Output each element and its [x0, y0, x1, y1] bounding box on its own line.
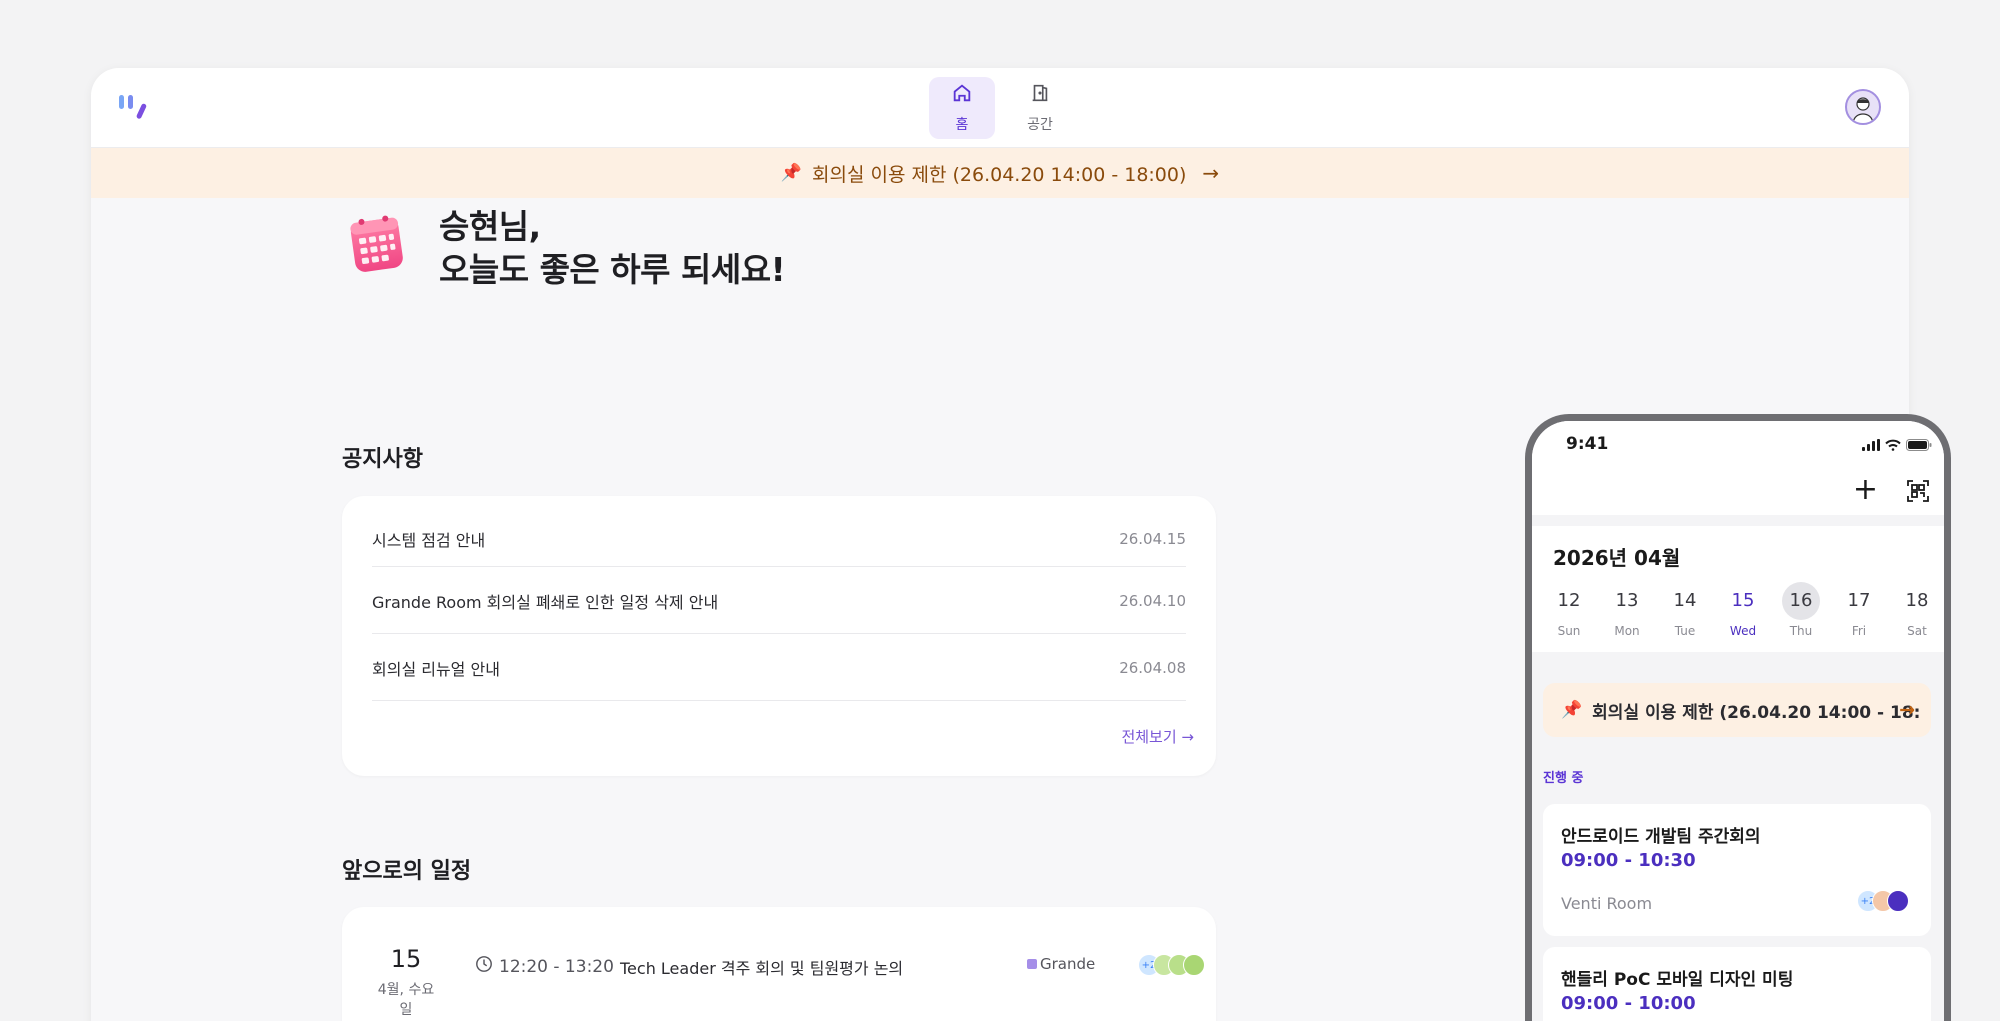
day-number: 15: [1731, 590, 1755, 611]
meeting-time: 09:00 - 10:30: [1561, 850, 1696, 871]
day-cell-today[interactable]: 16 Thu: [1772, 582, 1830, 638]
calendar-icon: [349, 212, 405, 274]
phone-banner-text: 회의실 이용 제한 (26.04.20 14:00 - 18:: [1592, 702, 1921, 723]
notice-date: 26.04.15: [1119, 530, 1186, 548]
day-number: 17: [1847, 590, 1871, 611]
day-weekday: Wed: [1729, 624, 1757, 638]
tab-space[interactable]: 공간: [1007, 77, 1073, 139]
day-cell[interactable]: 13 Mon: [1598, 582, 1656, 638]
phone-clock: 9:41: [1566, 434, 1609, 454]
logo[interactable]: [117, 91, 153, 123]
battery-icon: [1906, 436, 1932, 455]
day-weekday: Sat: [1907, 624, 1927, 638]
user-avatar[interactable]: [1845, 89, 1881, 125]
notice-item[interactable]: 회의실 리뉴얼 안내 26.04.08: [372, 656, 1186, 680]
avatar: [1887, 890, 1909, 912]
notice-title: Grande Room 회의실 폐쇄로 인한 일정 삭제 안내: [372, 593, 719, 612]
divider: [372, 566, 1186, 567]
day-cell[interactable]: 12 Sun: [1540, 582, 1598, 638]
phone-toolbar: +: [1532, 467, 1944, 515]
day-number: 14: [1673, 590, 1697, 611]
room-tag: Grande: [1027, 955, 1095, 973]
tab-home-label: 홈: [955, 117, 969, 133]
signal-icon: [1862, 436, 1880, 455]
day-weekday: Sun: [1557, 624, 1581, 638]
main-nav: 홈 공간: [929, 77, 1073, 139]
notice-date: 26.04.10: [1119, 592, 1186, 610]
phone-notice-banner[interactable]: 📌 회의실 이용 제한 (26.04.20 14:00 - 18: →: [1543, 683, 1931, 737]
day-weekday: Thu: [1789, 624, 1813, 638]
notices-card: 시스템 점검 안내 26.04.15 Grande Room 회의실 폐쇄로 인…: [342, 496, 1216, 776]
attendee-avatars: +2: [1857, 890, 1909, 912]
notice-banner[interactable]: 📌 회의실 이용 제한 (26.04.20 14:00 - 18:00) →: [91, 148, 1909, 198]
notices-title: 공지사항: [342, 447, 423, 472]
schedule-card: 15 4월, 수요일 12:20 - 13:20 Tech Leader 격주 …: [342, 907, 1216, 1021]
qr-scan-icon[interactable]: [1906, 479, 1930, 503]
top-bar: 홈 공간: [91, 68, 1909, 148]
week-calendar: 2026년 04월 12 Sun 13 Mon 14 Tue 15 Wed 16 Thu …: [1532, 526, 1944, 652]
notice-banner-text: 회의실 이용 제한 (26.04.20 14:00 - 18:00): [812, 163, 1187, 186]
meeting-title: 핸들리 PoC 모바일 디자인 미팅: [1561, 970, 1794, 990]
tab-space-label: 공간: [1027, 117, 1053, 133]
day-cell[interactable]: 17 Fri: [1830, 582, 1888, 638]
week-days: 12 Sun 13 Mon 14 Tue 15 Wed 16 Thu 17 Fri 18 Sa…: [1540, 582, 1944, 638]
status-icons: [1862, 436, 1932, 455]
day-weekday: Tue: [1674, 624, 1696, 638]
day-cell[interactable]: 14 Tue: [1656, 582, 1714, 638]
schedule-event-title: Tech Leader 격주 회의 및 팀원평가 논의: [620, 959, 904, 978]
notice-item[interactable]: 시스템 점검 안내 26.04.15: [372, 527, 1186, 551]
day-cell[interactable]: 18 Sat: [1888, 582, 1944, 638]
meeting-card[interactable]: 안드로이드 개발팀 주간회의 09:00 - 10:30 Venti Room …: [1543, 804, 1931, 936]
clock-icon: [475, 955, 493, 978]
pin-icon: 📌: [780, 163, 802, 183]
tab-home[interactable]: 홈: [929, 77, 995, 139]
attendee-avatars: +2: [1138, 954, 1205, 976]
meeting-room: Venti Room: [1561, 894, 1653, 913]
avatar: [1183, 954, 1205, 976]
day-weekday: Mon: [1614, 624, 1640, 638]
in-progress-label: 진행 중: [1543, 771, 1584, 786]
divider: [372, 633, 1186, 634]
greeting-line-2: 오늘도 좋은 하루 되세요!: [439, 250, 786, 289]
notice-title: 시스템 점검 안내: [372, 531, 486, 550]
arrow-right-icon: →: [1899, 699, 1915, 721]
wifi-icon: [1885, 436, 1901, 455]
schedule-title: 앞으로의 일정: [342, 859, 472, 884]
pin-icon: 📌: [1561, 700, 1583, 720]
calendar-month: 2026년 04월: [1553, 546, 1681, 570]
home-icon: [951, 82, 973, 108]
day-number: 12: [1557, 590, 1581, 611]
notice-title: 회의실 리뉴얼 안내: [372, 660, 500, 679]
day-number: 18: [1905, 590, 1929, 611]
room-tag-label: Grande: [1040, 955, 1096, 973]
meeting-title: 안드로이드 개발팀 주간회의: [1561, 827, 1761, 847]
room-color-icon: [1027, 959, 1037, 969]
day-cell-selected[interactable]: 15 Wed: [1714, 582, 1772, 638]
arrow-right-icon: →: [1202, 161, 1220, 185]
day-number: 13: [1615, 590, 1639, 611]
day-number: 16: [1782, 582, 1820, 620]
schedule-weekday: 4월, 수요일: [377, 982, 435, 1018]
greeting-line-1: 승현님,: [439, 207, 541, 246]
view-all-link[interactable]: 전체보기 →: [1121, 726, 1194, 747]
meeting-card[interactable]: 핸들리 PoC 모바일 디자인 미팅 09:00 - 10:00: [1543, 947, 1931, 1021]
schedule-date: 15 4월, 수요일: [376, 945, 436, 1019]
plus-icon[interactable]: +: [1853, 475, 1878, 505]
notice-date: 26.04.08: [1119, 659, 1186, 677]
notice-item[interactable]: Grande Room 회의실 폐쇄로 인한 일정 삭제 안내 26.04.10: [372, 589, 1186, 613]
day-weekday: Fri: [1851, 624, 1867, 638]
phone-mockup: 9:41 + 2026년 04월 12 Sun 13 Mon 14 Tue 15 Wed…: [1525, 414, 1951, 1021]
door-icon: [1029, 82, 1051, 108]
divider: [372, 700, 1186, 701]
schedule-time-text: 12:20 - 13:20: [499, 956, 614, 977]
phone-status-bar: 9:41: [1532, 421, 1944, 467]
schedule-time: 12:20 - 13:20: [475, 955, 614, 978]
greeting: 승현님, 오늘도 좋은 하루 되세요!: [439, 205, 786, 291]
schedule-day: 15: [390, 945, 422, 973]
meeting-time: 09:00 - 10:00: [1561, 993, 1696, 1014]
